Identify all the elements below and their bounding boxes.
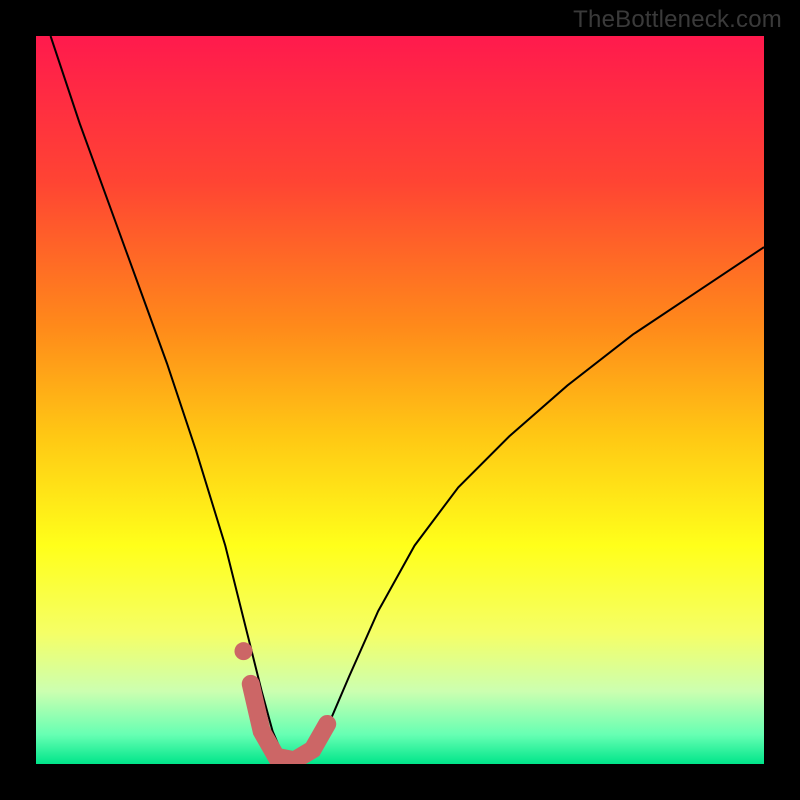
gradient-background [36, 36, 764, 764]
watermark-text: TheBottleneck.com [573, 6, 782, 34]
plot-area [36, 36, 764, 764]
chart-frame: TheBottleneck.com [0, 0, 800, 800]
bottleneck-chart [36, 36, 764, 764]
highlight-start-dot [234, 642, 252, 660]
